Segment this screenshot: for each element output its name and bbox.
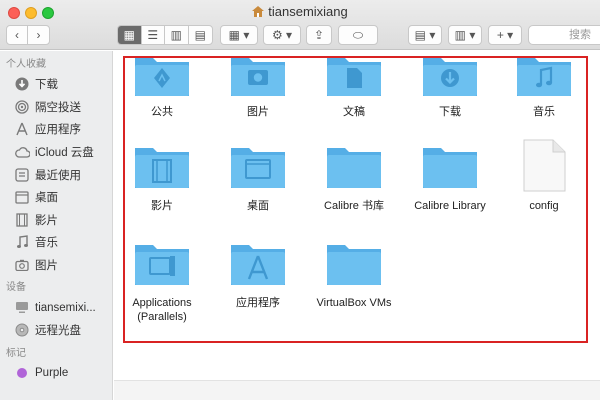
sidebar-item-label: 音乐 <box>35 237 58 250</box>
sidebar-item-remote-disc[interactable]: 远程光盘 <box>0 319 112 342</box>
sidebar-item-label: 应用程序 <box>35 124 81 137</box>
cloud-icon <box>14 144 30 160</box>
file-item-label: Applications (Parallels) <box>132 297 192 323</box>
file-item-label: 图片 <box>247 106 269 118</box>
search-placeholder: 搜索 <box>569 29 591 41</box>
applications-folder-icon <box>231 245 285 285</box>
home-icon <box>252 6 265 17</box>
music-folder-icon <box>517 58 571 96</box>
sidebar-item-label: 图片 <box>35 260 58 273</box>
archive-button[interactable]: ▥ ▾ <box>448 25 482 45</box>
desktop-icon <box>14 189 30 205</box>
file-item-applications-parallels[interactable]: Applications (Parallels) <box>107 243 217 324</box>
purple-tag-icon <box>14 365 30 381</box>
file-item-virtualbox-vms[interactable]: VirtualBox VMs <box>299 243 409 310</box>
back-button[interactable]: ‹ <box>7 26 29 44</box>
list-view-button[interactable]: ☰ <box>142 26 165 44</box>
sidebar-item-label: 桌面 <box>35 192 58 205</box>
file-item-documents[interactable]: 文稿 <box>299 52 409 119</box>
film-icon <box>14 212 30 228</box>
downloads-folder-icon <box>423 58 477 96</box>
folder-icon <box>327 245 381 285</box>
file-item-applications[interactable]: 应用程序 <box>203 243 313 310</box>
sidebar-item-downloads[interactable]: 下载 <box>0 73 112 96</box>
sidebar-item-music[interactable]: 音乐 <box>0 231 112 254</box>
applications-icon <box>14 121 30 137</box>
file-item-pictures[interactable]: 图片 <box>203 52 313 119</box>
file-item-label: VirtualBox VMs <box>316 297 392 309</box>
file-item-label: 公共 <box>151 106 173 118</box>
pictures-folder-icon <box>231 58 285 96</box>
documents-folder-icon <box>327 58 381 96</box>
sidebar-item-label: iCloud 云盘 <box>35 147 94 160</box>
file-item-public[interactable]: 公共 <box>107 52 217 119</box>
clock-icon <box>14 167 30 183</box>
sidebar-item-label: 远程光盘 <box>35 325 81 338</box>
group-button[interactable]: ▦ ▾ <box>220 25 258 45</box>
computer-icon <box>14 300 30 316</box>
desktop-folder-icon <box>231 148 285 188</box>
download-icon <box>14 76 30 92</box>
disc-icon <box>14 322 30 338</box>
file-item-label: 文稿 <box>343 106 365 118</box>
action-button[interactable]: ⚙ ▾ <box>263 25 301 45</box>
sidebar: 个人收藏 下载 隔空投送 应用程序 iCloud 云盘 最近使用 桌面 影片 音… <box>0 51 113 400</box>
file-action-button[interactable]: ▤ ▾ <box>408 25 442 45</box>
purple-tag-dot <box>17 367 27 378</box>
search-field[interactable]: 搜索 <box>528 25 600 45</box>
nav-buttons: ‹ › <box>6 25 50 45</box>
folder-icon <box>327 148 381 188</box>
file-item-label: 应用程序 <box>236 297 280 309</box>
parallels-folder-icon <box>135 245 189 285</box>
sidebar-item-icloud[interactable]: iCloud 云盘 <box>0 141 112 164</box>
tags-button[interactable]: ⬭ <box>338 25 378 45</box>
sidebar-item-label: 影片 <box>35 214 58 227</box>
file-item-movies[interactable]: 影片 <box>107 146 217 213</box>
sidebar-item-label: 隔空投送 <box>35 101 81 114</box>
document-file-icon <box>523 139 566 192</box>
gallery-view-button[interactable]: ▤ <box>189 26 212 44</box>
file-item-label: 音乐 <box>533 106 555 118</box>
camera-icon <box>14 257 30 273</box>
sidebar-item-label: Purple <box>35 366 69 379</box>
sidebar-item-recents[interactable]: 最近使用 <box>0 163 112 186</box>
sidebar-item-tag-purple[interactable]: Purple <box>0 362 112 385</box>
airdrop-icon <box>14 99 30 115</box>
music-icon <box>14 234 30 250</box>
icon-view-button[interactable]: ▦ <box>118 26 142 44</box>
sidebar-item-movies[interactable]: 影片 <box>0 209 112 232</box>
file-item-label: Calibre 书库 <box>324 200 384 212</box>
movies-folder-icon <box>135 148 189 188</box>
sidebar-item-label: tiansemixi... <box>35 301 96 314</box>
window-title: tiansemixiang <box>268 4 348 19</box>
column-view-button[interactable]: ▥ <box>165 26 189 44</box>
forward-button[interactable]: › <box>28 26 49 44</box>
file-item-desktop[interactable]: 桌面 <box>203 146 313 213</box>
sidebar-item-label: 最近使用 <box>35 169 81 182</box>
file-item-label: 桌面 <box>247 200 269 212</box>
sidebar-item-label: 下载 <box>35 79 58 92</box>
file-item-calibre-shuku[interactable]: Calibre 书库 <box>299 146 409 213</box>
file-item-music[interactable]: 音乐 <box>489 52 599 119</box>
file-item-label: 影片 <box>151 200 173 212</box>
sidebar-item-applications[interactable]: 应用程序 <box>0 118 112 141</box>
sidebar-item-airdrop[interactable]: 隔空投送 <box>0 96 112 119</box>
bottom-strip <box>114 380 600 400</box>
sidebar-item-computer[interactable]: tiansemixi... <box>0 296 112 319</box>
tags-section-title: 标记 <box>6 347 26 359</box>
sidebar-item-pictures[interactable]: 图片 <box>0 254 112 277</box>
sidebar-item-desktop[interactable]: 桌面 <box>0 186 112 209</box>
folder-icon <box>423 148 477 188</box>
file-item-label: config <box>529 200 559 212</box>
add-button[interactable]: + ▾ <box>488 25 522 45</box>
window-title-area: tiansemixiang <box>0 4 600 19</box>
window-chrome: tiansemixiang ‹ › ▦ ☰ ▥ ▤ ▦ ▾ ⚙ ▾ ⇪ ⬭ ▤ … <box>0 0 600 50</box>
file-item-config[interactable]: config <box>489 138 599 213</box>
favorites-section-title: 个人收藏 <box>6 59 46 70</box>
share-button[interactable]: ⇪ <box>306 25 332 45</box>
devices-section-title: 设备 <box>6 282 26 294</box>
public-folder-icon <box>135 58 189 96</box>
view-switcher: ▦ ☰ ▥ ▤ <box>117 25 213 45</box>
